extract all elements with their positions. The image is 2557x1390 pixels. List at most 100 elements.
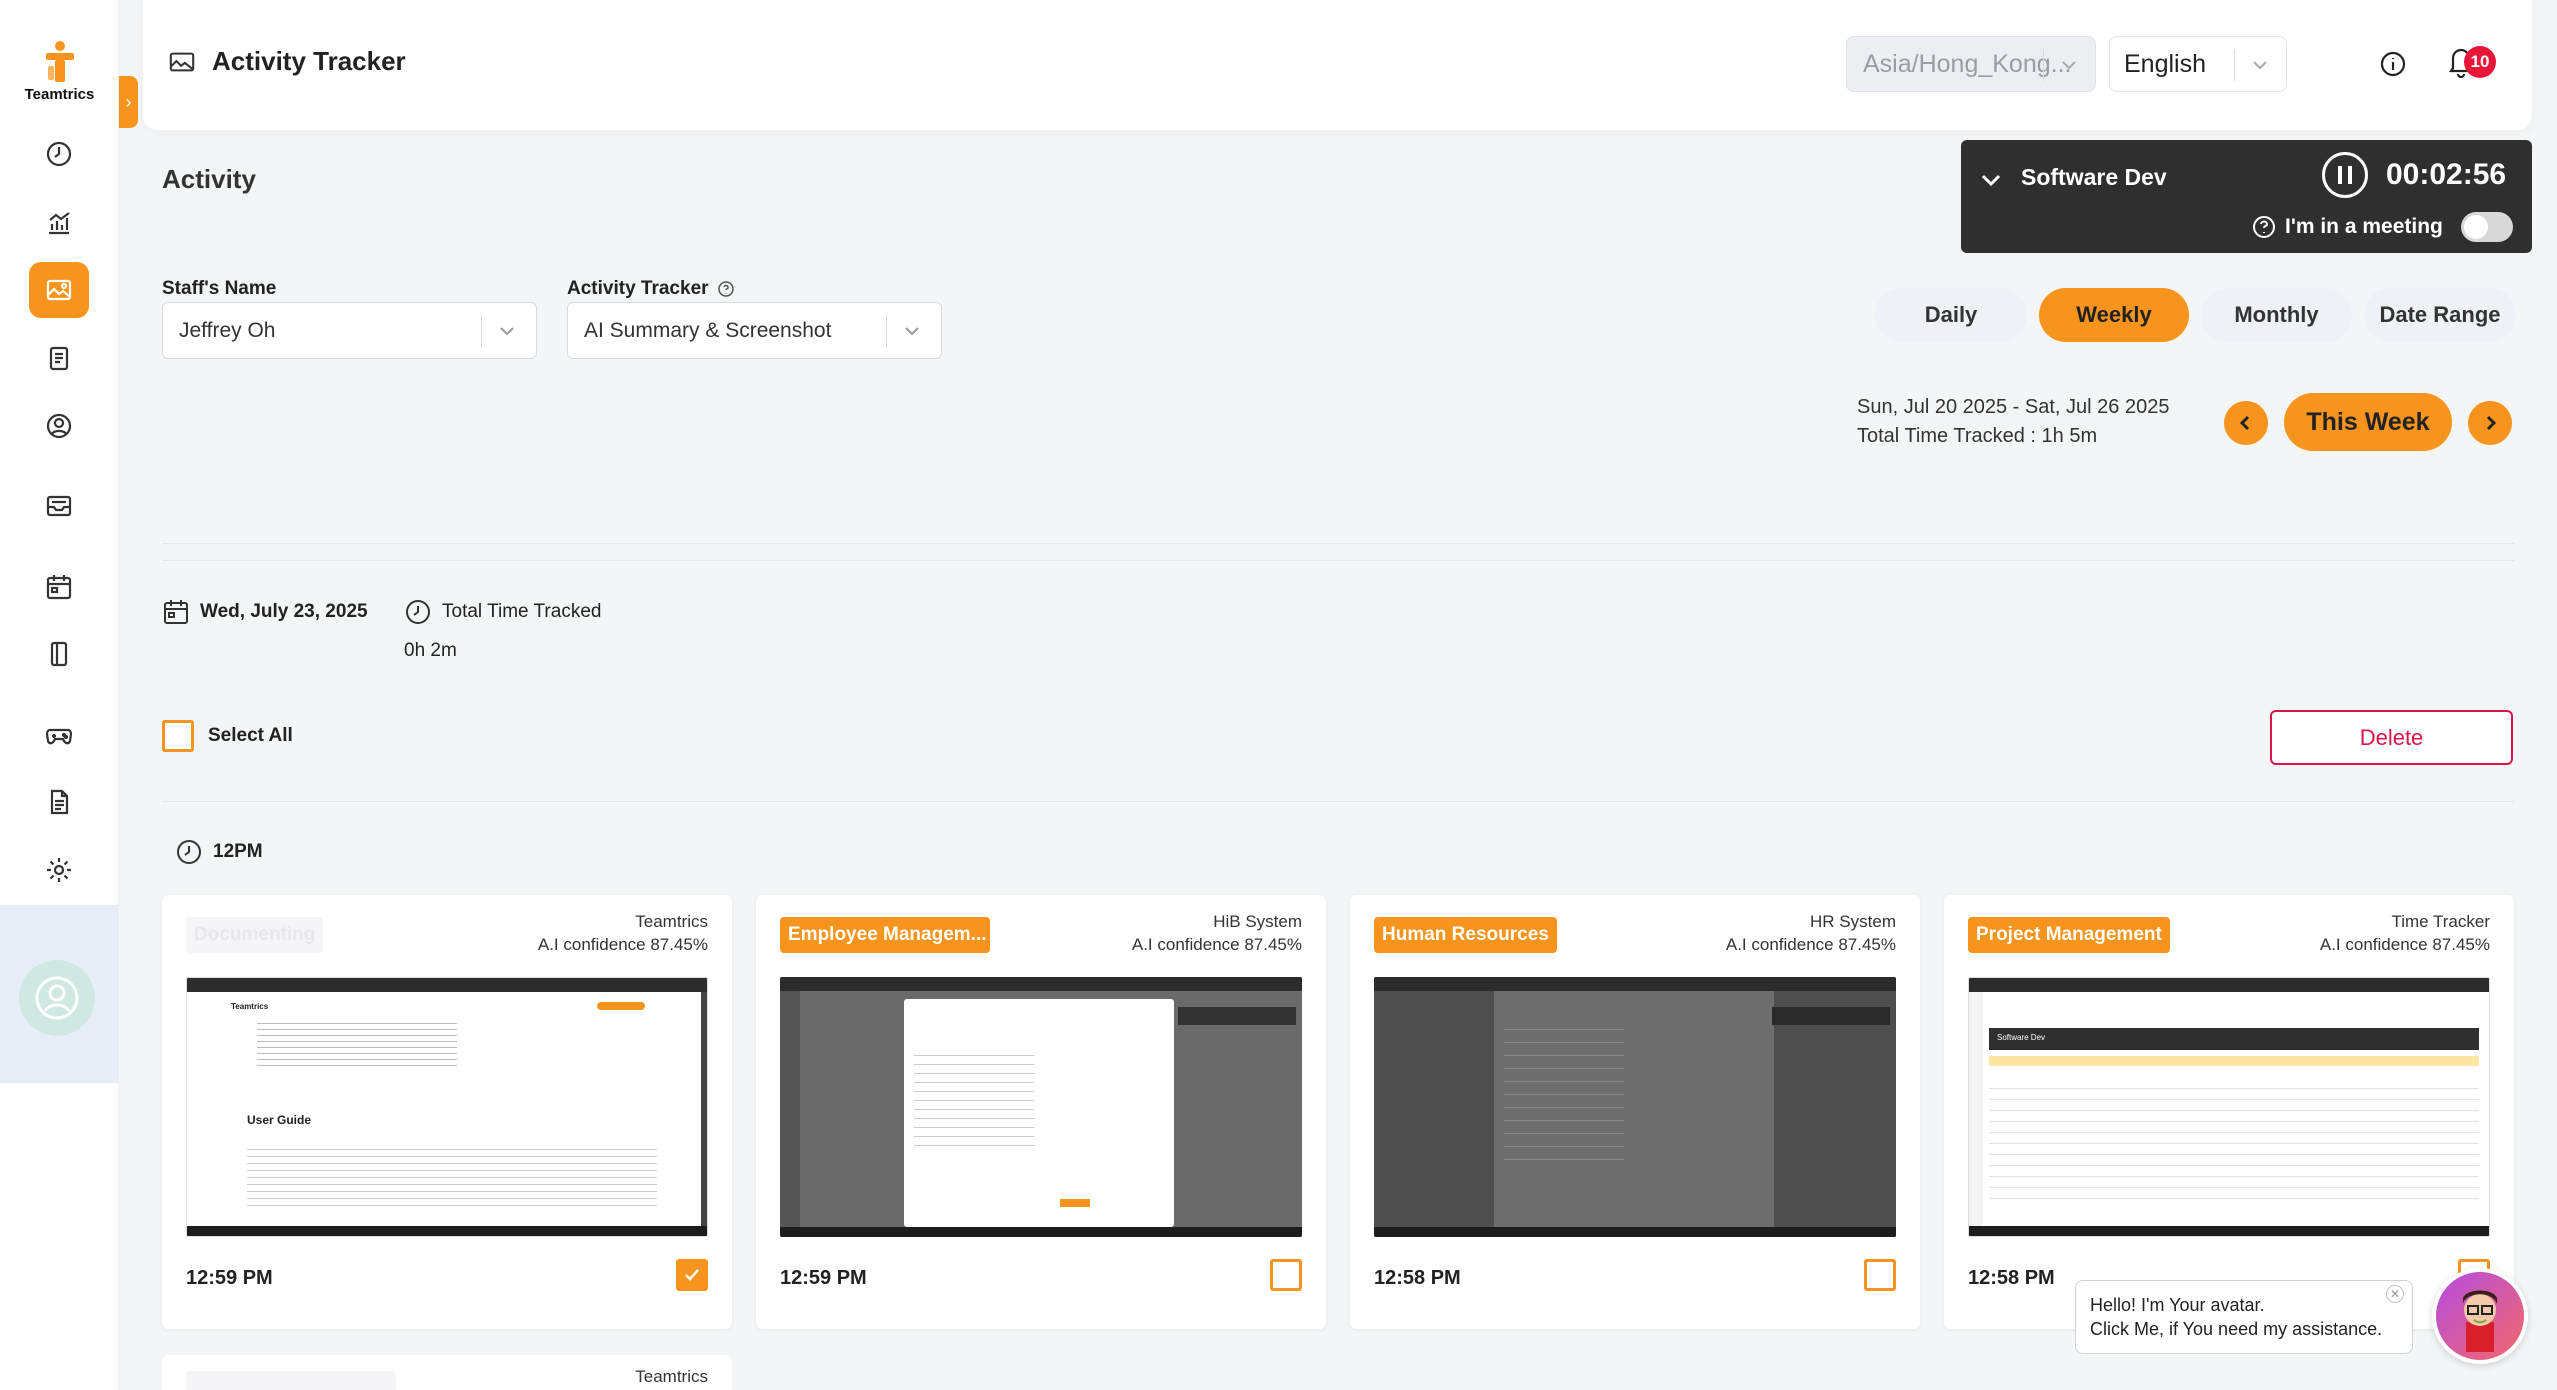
card-time: 12:58 PM	[1968, 1267, 2055, 1289]
activity-tracker-label: Activity Tracker	[567, 278, 735, 300]
card-time: 12:59 PM	[186, 1267, 273, 1289]
thumb-heading: User Guide	[247, 1113, 312, 1127]
meeting-toggle[interactable]	[2460, 212, 2513, 242]
screenshot-thumbnail[interactable]: Teamtrics User Guide	[186, 977, 708, 1237]
select-divider	[481, 315, 482, 347]
logo[interactable]: Teamtrics	[0, 40, 119, 103]
card-confidence: A.I confidence 87.45%	[2319, 935, 2490, 954]
screenshot-card[interactable]: Project Management Time Tracker A.I conf…	[1944, 895, 2514, 1329]
sidebar-item-calendar[interactable]	[29, 559, 89, 615]
thumb-browser-bar	[1374, 977, 1896, 991]
thumb-form	[914, 1047, 1034, 1147]
assistant-avatar-button[interactable]	[2432, 1268, 2528, 1364]
hour-group-label: 12PM	[175, 838, 263, 866]
card-checkbox[interactable]	[1270, 1259, 1302, 1291]
page-header: Activity Tracker	[168, 46, 406, 77]
period-daily-button[interactable]: Daily	[1875, 288, 2027, 342]
sidebar-item-tasks[interactable]	[29, 330, 89, 386]
select-divider	[2234, 49, 2235, 81]
period-monthly-button[interactable]: Monthly	[2201, 288, 2352, 342]
card-app-name: Teamtrics	[635, 912, 708, 931]
chevron-down-icon	[2253, 61, 2267, 70]
activity-tag: Project Management	[1968, 917, 2170, 953]
next-week-button[interactable]	[2468, 401, 2512, 445]
delete-button[interactable]: Delete	[2270, 710, 2513, 765]
period-weekly-button[interactable]: Weekly	[2039, 288, 2189, 342]
calendar-icon	[164, 600, 188, 624]
card-checkbox-wrap	[676, 1259, 708, 1291]
chevron-down-icon	[2062, 61, 2076, 70]
teamtrics-logo-icon	[40, 40, 80, 84]
notifications-button[interactable]: 10	[2446, 44, 2500, 84]
staff-name-label-text: Staff's Name	[162, 278, 277, 299]
image-icon	[169, 52, 195, 71]
select-all-checkbox[interactable]	[162, 720, 194, 752]
thumb-sidebar	[780, 991, 800, 1227]
sidebar-item-games[interactable]	[29, 707, 89, 763]
assistant-chat-bubble[interactable]: Hello! I'm Your avatar. Click Me, if You…	[2075, 1280, 2413, 1354]
date-range-text: Sun, Jul 20 2025 - Sat, Jul 26 2025	[1857, 396, 2170, 418]
chevron-right-icon: ›	[125, 91, 132, 112]
sidebar-item-reports[interactable]	[29, 195, 89, 251]
period-date-range-button[interactable]: Date Range	[2364, 288, 2516, 342]
card-confidence: A.I confidence 87.45%	[1725, 935, 1896, 954]
sidebar-item-time[interactable]	[29, 126, 89, 182]
card-time: 12:58 PM	[1374, 1267, 1461, 1289]
timer-project-name: Software Dev	[2021, 164, 2167, 190]
sidebar-item-profile[interactable]	[29, 398, 89, 454]
pause-button[interactable]	[2322, 152, 2368, 198]
screenshot-card[interactable]: Documenting Teamtrics A.I confidence 87.…	[162, 895, 732, 1329]
sidebar-collapse-toggle[interactable]: ›	[119, 76, 138, 128]
thumb-text-lines	[257, 1018, 457, 1068]
chevron-right-icon	[2486, 415, 2497, 431]
avatar-icon	[2463, 1290, 2497, 1352]
card-time: 12:59 PM	[780, 1267, 867, 1289]
chat-line-2: Click Me, if You need my assistance.	[2090, 1319, 2383, 1339]
previous-week-button[interactable]	[2224, 401, 2268, 445]
screenshot-thumbnail[interactable]	[1374, 977, 1896, 1237]
screenshot-thumbnail[interactable]: Software Dev	[1968, 977, 2490, 1237]
timezone-select[interactable]: Asia/Hong_Kong...	[1846, 36, 2096, 92]
thumb-browser-bar	[187, 978, 707, 992]
gamepad-icon	[45, 728, 73, 745]
sidebar-item-inbox[interactable]	[29, 478, 89, 534]
activity-tracker-select[interactable]: AI Summary & Screenshot	[567, 302, 942, 359]
card-checkbox[interactable]	[676, 1259, 708, 1291]
screenshot-card[interactable]: Employee Managem... HiB System A.I confi…	[756, 895, 1326, 1329]
card-checkbox-wrap	[1270, 1259, 1302, 1291]
sidebar-item-activity[interactable]	[29, 262, 89, 318]
card-app-name: HR System	[1810, 912, 1896, 931]
app-title: Activity Tracker	[212, 46, 406, 76]
sidebar-item-settings[interactable]	[29, 842, 89, 898]
this-week-button[interactable]: This Week	[2284, 393, 2452, 451]
card-checkbox-wrap	[1864, 1259, 1896, 1291]
help-icon[interactable]	[717, 280, 735, 298]
section-title: Activity	[162, 164, 256, 194]
chevron-down-icon[interactable]	[1977, 166, 2005, 194]
thumb-taskbar	[1374, 1227, 1896, 1237]
chat-line-1: Hello! I'm Your avatar.	[2090, 1295, 2265, 1315]
user-avatar[interactable]	[19, 960, 95, 1036]
screenshot-card[interactable]: Teamtrics	[162, 1355, 732, 1390]
language-value: English	[2124, 49, 2206, 78]
language-select[interactable]: English	[2109, 36, 2287, 92]
header: Activity Tracker Asia/Hong_Kong... Engli…	[143, 0, 2532, 130]
sidebar-item-devices[interactable]	[29, 626, 89, 682]
staff-name-label: Staff's Name	[162, 278, 276, 300]
select-divider	[2043, 49, 2044, 81]
screenshot-card[interactable]: Human Resources HR System A.I confidence…	[1350, 895, 1920, 1329]
document-icon	[50, 789, 69, 815]
thumb-banner	[1989, 1056, 2479, 1066]
user-avatar-icon	[35, 976, 79, 1020]
sidebar-item-documents[interactable]	[29, 774, 89, 830]
clipboard-icon	[49, 346, 69, 371]
thumb-project: Software Dev	[1997, 1033, 2046, 1042]
thumb-browser-bar	[780, 977, 1302, 991]
staff-name-select[interactable]: Jeffrey Oh	[162, 302, 537, 359]
screenshot-thumbnail[interactable]	[780, 977, 1302, 1237]
close-icon[interactable]: ✕	[2386, 1285, 2404, 1303]
select-all-label: Select All	[208, 725, 293, 746]
card-app-name: Time Tracker	[2391, 912, 2490, 931]
info-icon[interactable]	[2378, 49, 2408, 79]
card-checkbox[interactable]	[1864, 1259, 1896, 1291]
